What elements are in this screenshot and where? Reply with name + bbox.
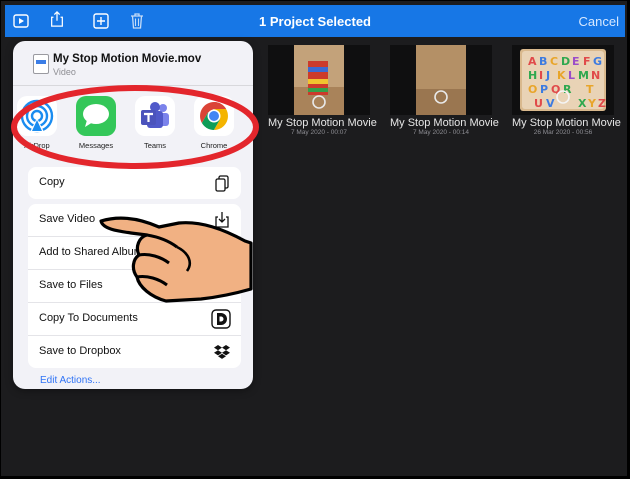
svg-text:L: L	[568, 69, 575, 82]
svg-text:H: H	[528, 69, 537, 82]
share-sheet: My Stop Motion Movie.mov Video AirDrop M…	[13, 41, 253, 389]
svg-text:E: E	[572, 55, 580, 68]
svg-text:P: P	[540, 83, 548, 96]
svg-text:D: D	[561, 55, 570, 68]
project-thumbnail[interactable]: My Stop Motion Movie 7 May 2020 - 00:07	[268, 45, 377, 136]
folder-icon	[214, 281, 230, 293]
actions-group: Save Video Add to Shared Album Save to F…	[28, 204, 241, 368]
screenshot-frame: 1 Project Selected Cancel My Stop Motion…	[0, 0, 628, 477]
svg-text:N: N	[591, 69, 600, 82]
documents-icon	[211, 309, 231, 329]
cancel-button[interactable]: Cancel	[579, 14, 619, 29]
thumbnail-image	[268, 45, 370, 115]
svg-text:C: C	[550, 55, 558, 68]
shared-file-header: My Stop Motion Movie.mov Video	[13, 41, 253, 86]
action-copy[interactable]: Copy	[28, 167, 241, 199]
action-copy-to-documents[interactable]: Copy To Documents	[28, 303, 241, 336]
thumbnail-date: 7 May 2020 - 00:14	[412, 129, 469, 136]
airdrop-icon	[17, 96, 57, 136]
svg-text:J: J	[545, 69, 550, 82]
svg-text:A: A	[528, 55, 537, 68]
svg-text:I: I	[539, 69, 543, 82]
svg-text:Z: Z	[598, 97, 606, 110]
thumbnail-name: My Stop Motion Movie	[390, 117, 499, 129]
chrome-icon	[194, 96, 234, 136]
app-label: Chrome	[200, 141, 228, 150]
action-label: Save to Files	[39, 279, 103, 291]
top-toolbar: 1 Project Selected Cancel	[5, 5, 625, 37]
svg-text:F: F	[583, 55, 591, 68]
save-icon	[215, 212, 229, 228]
action-label: Save to Dropbox	[39, 345, 121, 357]
action-label: Add to Shared Album	[39, 246, 143, 258]
thumbnail-name: My Stop Motion Movie	[512, 117, 621, 129]
thumbnail-name: My Stop Motion Movie	[268, 117, 377, 129]
video-file-icon	[33, 54, 49, 74]
action-save-to-files[interactable]: Save to Files	[28, 270, 241, 303]
app-label: Teams	[143, 141, 167, 150]
thumbnail-date: 7 May 2020 - 00:07	[290, 129, 347, 136]
svg-text:M: M	[578, 69, 589, 82]
project-thumbnail[interactable]: ABCDEFG HIJKLMN OPQRT UVXYZ My Stop Moti…	[512, 45, 621, 136]
page-title: 1 Project Selected	[259, 14, 371, 29]
shared-album-icon	[214, 247, 230, 260]
svg-text:G: G	[593, 55, 602, 68]
dropbox-icon	[214, 345, 230, 359]
svg-text:Q: Q	[551, 83, 560, 96]
action-label: Copy	[39, 176, 65, 188]
action-add-to-shared-album[interactable]: Add to Shared Album	[28, 237, 241, 270]
shared-file-name: My Stop Motion Movie.mov	[53, 53, 202, 65]
svg-text:V: V	[546, 97, 555, 110]
action-label: Save Video	[39, 213, 96, 225]
svg-text:Y: Y	[587, 97, 597, 110]
app-label: Messages	[78, 141, 114, 150]
action-save-video[interactable]: Save Video	[28, 204, 241, 237]
messages-icon	[76, 96, 116, 136]
svg-text:B: B	[539, 55, 547, 68]
thumbnail-image	[390, 45, 492, 115]
app-chrome[interactable]: Chrome	[186, 96, 242, 150]
action-save-to-dropbox[interactable]: Save to Dropbox	[28, 336, 241, 368]
thumbnail-date: 26 Mar 2020 - 00:56	[533, 129, 593, 136]
svg-text:K: K	[557, 69, 566, 82]
teams-icon	[135, 96, 175, 136]
app-label: AirDrop	[24, 141, 50, 150]
svg-text:O: O	[528, 83, 537, 96]
svg-text:U: U	[534, 97, 543, 110]
app-teams[interactable]: Teams	[127, 96, 183, 150]
copy-group: Copy	[28, 167, 241, 199]
project-thumbnail[interactable]: My Stop Motion Movie 7 May 2020 - 00:14	[390, 45, 499, 136]
thumbnail-image: ABCDEFG HIJKLMN OPQRT UVXYZ	[512, 45, 614, 115]
svg-text:T: T	[586, 83, 594, 96]
edit-actions-link[interactable]: Edit Actions...	[40, 375, 101, 386]
copy-icon	[215, 175, 229, 192]
app-airdrop[interactable]: AirDrop	[13, 96, 65, 150]
app-messages[interactable]: Messages	[68, 96, 124, 150]
shared-file-type: Video	[53, 67, 76, 77]
svg-text:X: X	[578, 97, 587, 110]
action-label: Copy To Documents	[39, 312, 138, 324]
